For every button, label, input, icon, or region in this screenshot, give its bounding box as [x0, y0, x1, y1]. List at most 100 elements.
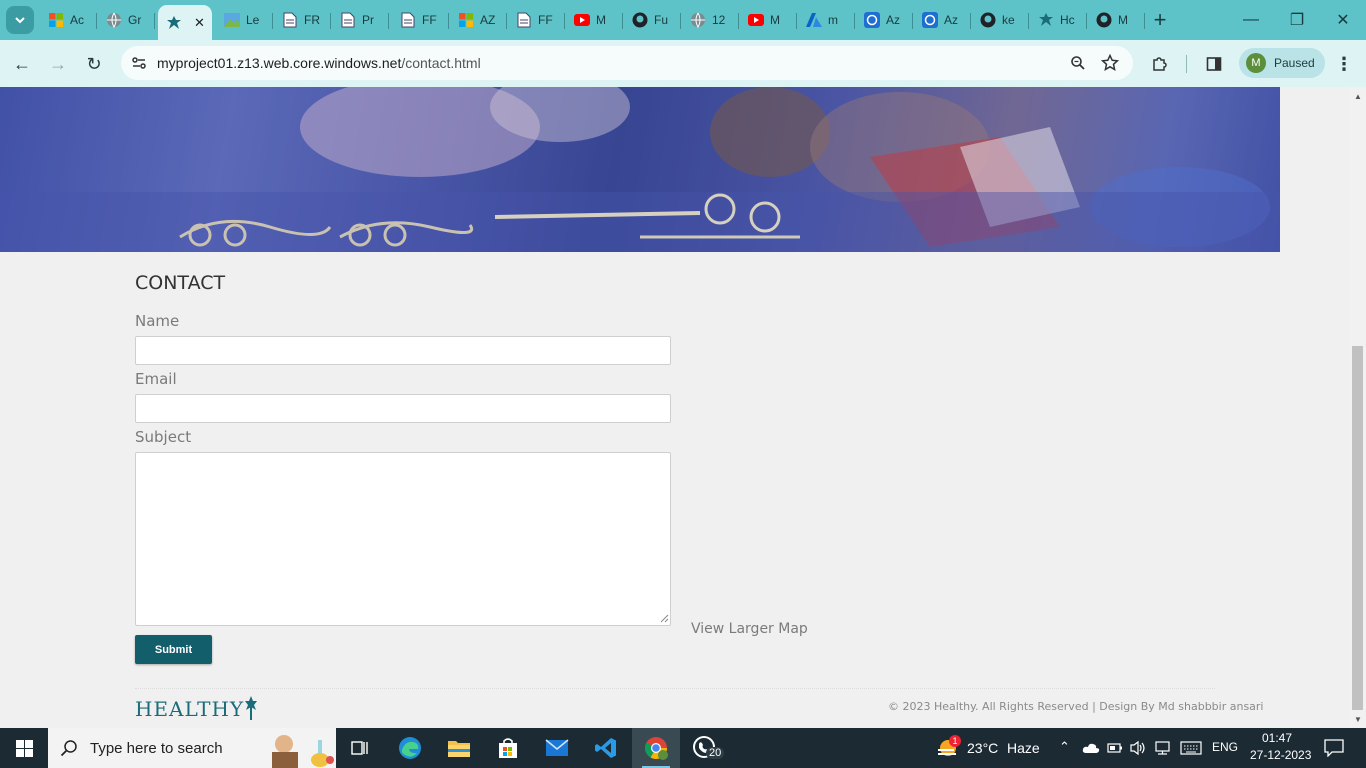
submit-button[interactable]: Submit: [135, 635, 212, 664]
browser-tab[interactable]: ✕: [158, 5, 212, 40]
chrome-icon: [645, 737, 668, 760]
tab-label: FF: [422, 13, 437, 27]
volume-icon[interactable]: [1129, 740, 1147, 756]
taskbar-vscode[interactable]: [582, 728, 630, 768]
bookmark-star-icon[interactable]: [1101, 54, 1119, 72]
notifications-icon[interactable]: [1324, 739, 1344, 757]
side-panel-button[interactable]: [1200, 50, 1228, 78]
weather-desc: Haze: [1007, 740, 1040, 756]
scroll-up-arrow[interactable]: ▲: [1351, 89, 1365, 103]
browser-tab[interactable]: Ac: [40, 5, 97, 35]
tab-separator: [680, 13, 681, 29]
healthy-logo-icon: [1038, 12, 1054, 28]
task-view-icon: [351, 741, 368, 755]
browser-tab[interactable]: m: [798, 5, 855, 35]
browser-tab[interactable]: Le: [216, 5, 273, 35]
browser-tab[interactable]: AZ: [450, 5, 507, 35]
profile-button[interactable]: M Paused: [1239, 48, 1325, 78]
close-window-button[interactable]: ✕: [1320, 0, 1366, 40]
healthy-logo-icon: [166, 15, 182, 31]
new-tab-button[interactable]: +: [1148, 7, 1172, 32]
browser-tab[interactable]: Hc: [1030, 5, 1087, 35]
browser-tab[interactable]: Fu: [624, 5, 681, 35]
battery-icon[interactable]: [1107, 742, 1123, 754]
name-field[interactable]: [135, 336, 671, 365]
browser-tab[interactable]: M: [740, 5, 797, 35]
reload-icon: ↻: [86, 53, 102, 74]
keyboard-icon[interactable]: [1180, 741, 1202, 755]
network-icon[interactable]: [1154, 740, 1172, 756]
close-icon: ✕: [1336, 12, 1350, 29]
tab-search-button[interactable]: [6, 6, 34, 34]
browser-tab[interactable]: FF: [508, 5, 565, 35]
browser-tab[interactable]: M: [566, 5, 623, 35]
tab-label: Ac: [70, 13, 85, 27]
tab-separator: [1028, 13, 1029, 29]
page-title: CONTACT: [135, 272, 226, 294]
tab-label: m: [828, 13, 838, 27]
tab-separator: [448, 13, 449, 29]
taskbar-search[interactable]: Type here to search: [48, 728, 336, 768]
close-tab-icon[interactable]: ✕: [194, 15, 205, 31]
browser-tab[interactable]: Pr: [332, 5, 389, 35]
resize-handle-icon[interactable]: [660, 614, 669, 623]
browser-tab[interactable]: ke: [972, 5, 1029, 35]
reload-button[interactable]: ↻: [80, 50, 108, 78]
hero-banner-image: [0, 87, 1280, 252]
clock-date[interactable]: 27-12-2023: [1250, 748, 1311, 762]
browser-tab[interactable]: FF: [392, 5, 449, 35]
taskbar-store[interactable]: [484, 728, 532, 768]
restore-button[interactable]: ❐: [1274, 0, 1320, 40]
document-icon: [340, 12, 356, 28]
show-hidden-icons-button[interactable]: ⌃: [1059, 739, 1070, 755]
taskbar-chrome[interactable]: [632, 728, 680, 768]
folder-icon: [448, 741, 470, 757]
taskbar-edge[interactable]: [386, 728, 434, 768]
view-larger-map-link[interactable]: View Larger Map: [691, 621, 808, 637]
browser-tab[interactable]: Az: [914, 5, 971, 35]
edge-icon: [399, 737, 421, 759]
landscape-icon: [224, 12, 240, 28]
scroll-thumb[interactable]: [1352, 346, 1363, 710]
back-button[interactable]: ←: [8, 50, 36, 78]
tab-separator: [738, 13, 739, 29]
browser-tab[interactable]: 12: [682, 5, 739, 35]
language-indicator[interactable]: ENG: [1212, 740, 1238, 754]
triangle-down-icon: ▼: [1354, 714, 1362, 724]
task-view-button[interactable]: [336, 728, 384, 768]
subject-textarea[interactable]: [135, 452, 671, 626]
tab-separator: [330, 13, 331, 29]
start-button[interactable]: [0, 728, 48, 768]
browser-tab[interactable]: M: [1088, 5, 1145, 35]
globe-icon: [106, 12, 122, 28]
minimize-button[interactable]: —: [1228, 0, 1274, 40]
windows-logo-icon: [15, 739, 33, 757]
azure-portal-icon: [864, 12, 880, 28]
taskbar-mail[interactable]: [533, 728, 581, 768]
taskbar-file-explorer[interactable]: [435, 728, 483, 768]
tab-label: Az: [944, 13, 959, 27]
weather-widget[interactable]: 1 23°C Haze: [934, 728, 1040, 768]
name-label: Name: [135, 312, 180, 330]
zoom-icon[interactable]: [1070, 55, 1086, 71]
tab-label: Le: [246, 13, 260, 27]
browser-menu-button[interactable]: ⋮: [1330, 50, 1358, 78]
forward-button[interactable]: →: [44, 50, 72, 78]
site-info-icon[interactable]: [131, 55, 147, 71]
browser-tab[interactable]: Az: [856, 5, 913, 35]
extensions-button[interactable]: [1146, 50, 1174, 78]
email-field[interactable]: [135, 394, 671, 423]
browser-tab[interactable]: FR: [274, 5, 331, 35]
tab-separator: [970, 13, 971, 29]
browser-tab[interactable]: Gr: [98, 5, 155, 35]
footer-divider: [135, 688, 1215, 689]
github-icon: [632, 12, 648, 28]
address-bar[interactable]: myproject01.z13.web.core.windows.net/con…: [121, 46, 1133, 80]
onedrive-cloud-icon[interactable]: [1082, 742, 1100, 754]
microsoft-icon: [458, 12, 474, 28]
scroll-down-arrow[interactable]: ▼: [1351, 712, 1365, 726]
clock-time[interactable]: 01:47: [1262, 731, 1292, 745]
url-path: /contact.html: [401, 55, 481, 71]
minimize-icon: —: [1243, 11, 1259, 28]
healthy-logo[interactable]: HEALTHY: [135, 695, 258, 721]
